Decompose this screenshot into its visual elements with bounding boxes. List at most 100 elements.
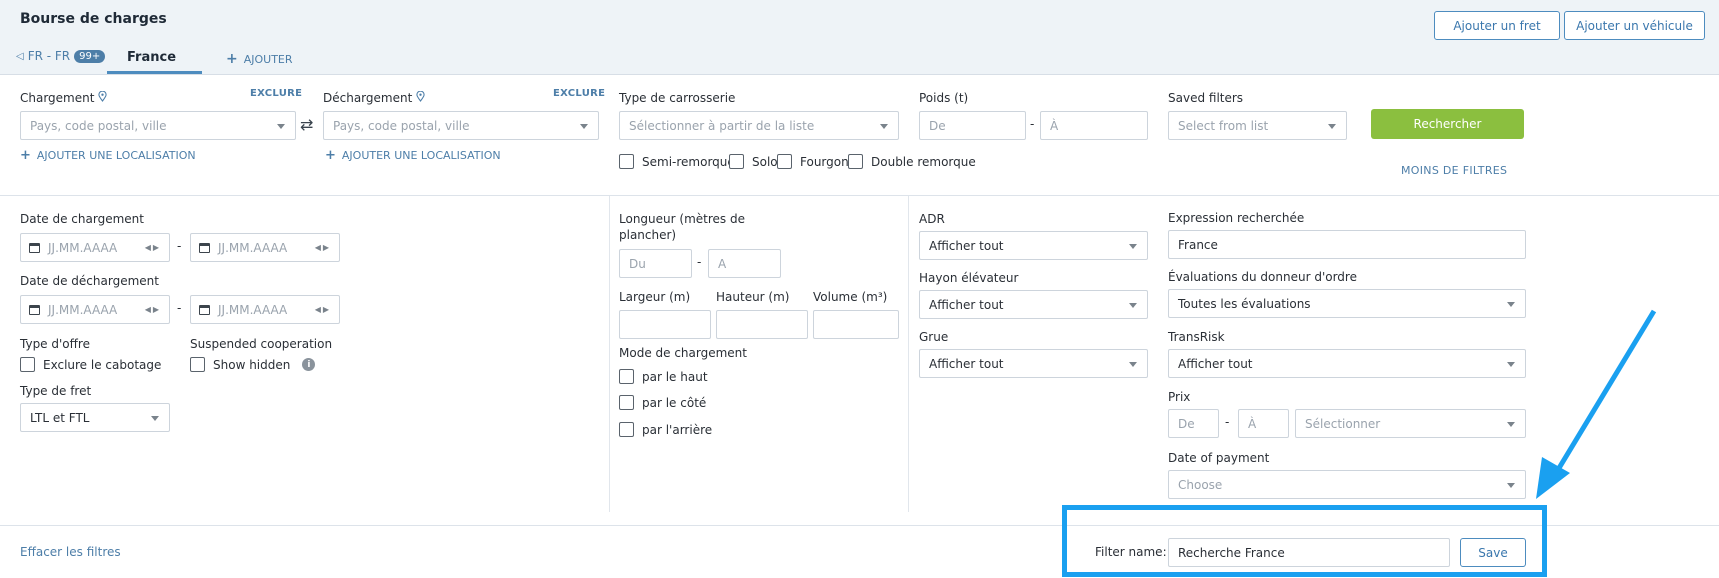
plus-icon: + <box>226 51 238 67</box>
body-type-label: Type de carrosserie <box>619 91 736 105</box>
loading-date-to[interactable]: JJ.MM.AAAA ◀▶ <box>190 233 340 262</box>
unloading-location-input[interactable]: Pays, code postal, ville <box>323 111 599 140</box>
add-unloading-location[interactable]: + AJOUTER UNE LOCALISATION <box>325 148 501 163</box>
weight-label: Poids (t) <box>919 91 969 105</box>
clear-filters-link[interactable]: Effacer les filtres <box>20 545 121 559</box>
chevron-down-icon <box>580 124 588 129</box>
loading-location-input[interactable]: Pays, code postal, ville <box>20 111 296 140</box>
saved-filters-label: Saved filters <box>1168 91 1244 105</box>
add-tab-button[interactable]: + AJOUTER <box>226 51 293 67</box>
weight-to-input[interactable]: À <box>1040 111 1148 140</box>
tail-lift-value: Afficher tout <box>929 297 1004 312</box>
checkbox-fourgon[interactable]: Fourgon <box>777 154 849 169</box>
info-icon[interactable]: i <box>302 358 316 371</box>
tab-language[interactable]: ◁ FR - FR 99+ <box>16 49 106 63</box>
checkbox-label: Solo <box>752 154 778 169</box>
add-freight-button[interactable]: Ajouter un fret <box>1434 11 1560 40</box>
checkbox-box[interactable] <box>848 154 863 169</box>
exclude-loading-link[interactable]: EXCLURE <box>250 88 302 99</box>
add-tab-label: AJOUTER <box>243 52 293 66</box>
loading-date-from[interactable]: JJ.MM.AAAA ◀▶ <box>20 233 170 262</box>
add-location-label: AJOUTER UNE LOCALISATION <box>341 149 501 162</box>
checkbox-semi-remorque[interactable]: Semi-remorque <box>619 154 735 169</box>
weight-from-placeholder: De <box>929 118 946 133</box>
price-from-placeholder: De <box>1178 416 1195 431</box>
tab-badge: 99+ <box>74 49 106 63</box>
checkbox-from-rear[interactable]: par l'arrière <box>619 422 712 437</box>
body-type-select[interactable]: Sélectionner à partir de la liste <box>619 111 899 140</box>
checkbox-exclude-cabotage[interactable]: Exclure le cabotage <box>20 357 161 372</box>
transrisk-select[interactable]: Afficher tout <box>1168 349 1526 378</box>
loading-label: Chargement <box>20 91 107 105</box>
unloading-date-from[interactable]: JJ.MM.AAAA ◀▶ <box>20 295 170 324</box>
checkbox-box[interactable] <box>729 154 744 169</box>
payment-date-placeholder: Choose <box>1178 477 1223 492</box>
calendar-icon <box>29 242 40 253</box>
freight-type-select[interactable]: LTL et FTL <box>20 403 170 432</box>
active-tab-indicator <box>107 71 202 74</box>
price-from-input[interactable]: De <box>1168 409 1219 438</box>
saved-filters-select[interactable]: Select from list <box>1168 111 1347 140</box>
checkbox-box[interactable] <box>619 422 634 437</box>
checkbox-show-hidden[interactable]: Show hidden i <box>190 357 316 372</box>
adr-select[interactable]: Afficher tout <box>919 231 1148 260</box>
stepper-arrows-icon[interactable]: ◀▶ <box>145 305 161 314</box>
search-button[interactable]: Rechercher <box>1371 109 1524 139</box>
weight-from-input[interactable]: De <box>919 111 1026 140</box>
search-expression-value: France <box>1178 237 1218 252</box>
highlight-box <box>1062 505 1547 577</box>
checkbox-box[interactable] <box>20 357 35 372</box>
range-dash: - <box>1225 415 1230 429</box>
checkbox-from-top[interactable]: par le haut <box>619 369 708 384</box>
payment-date-select[interactable]: Choose <box>1168 470 1526 499</box>
exclude-unloading-link[interactable]: EXCLURE <box>553 88 605 99</box>
length-to-input[interactable]: A <box>708 249 781 278</box>
checkbox-from-side[interactable]: par le côté <box>619 395 706 410</box>
search-expression-input[interactable]: France <box>1168 230 1526 259</box>
checkbox-solo[interactable]: Solo <box>729 154 778 169</box>
stepper-arrows-icon[interactable]: ◀▶ <box>145 243 161 252</box>
height-input[interactable] <box>716 310 808 339</box>
tail-lift-select[interactable]: Afficher tout <box>919 290 1148 319</box>
crane-label: Grue <box>919 330 949 344</box>
crane-select[interactable]: Afficher tout <box>919 349 1148 378</box>
stepper-arrows-icon[interactable]: ◀▶ <box>315 243 331 252</box>
unloading-date-label: Date de déchargement <box>20 274 159 288</box>
checkbox-label: Show hidden <box>213 357 291 372</box>
adr-label: ADR <box>919 212 945 226</box>
stepper-arrows-icon[interactable]: ◀▶ <box>315 305 331 314</box>
checkbox-box[interactable] <box>777 154 792 169</box>
width-input[interactable] <box>619 310 711 339</box>
unloading-location-placeholder: Pays, code postal, ville <box>333 118 470 133</box>
checkbox-box[interactable] <box>619 369 634 384</box>
ratings-select[interactable]: Toutes les évaluations <box>1168 289 1526 318</box>
location-pin-icon <box>416 91 425 102</box>
checkbox-box[interactable] <box>190 357 205 372</box>
price-currency-select[interactable]: Sélectionner <box>1295 409 1526 438</box>
checkbox-double-remorque[interactable]: Double remorque <box>848 154 976 169</box>
ratings-label: Évaluations du donneur d'ordre <box>1168 270 1357 284</box>
checkbox-box[interactable] <box>619 395 634 410</box>
tab-france[interactable]: France <box>127 50 176 65</box>
checkbox-box[interactable] <box>619 154 634 169</box>
add-vehicle-button[interactable]: Ajouter un véhicule <box>1564 11 1705 40</box>
checkbox-label: par l'arrière <box>642 422 713 437</box>
unloading-label: Déchargement <box>323 91 425 105</box>
chevron-down-icon <box>1507 302 1515 307</box>
chevron-down-icon <box>1129 362 1137 367</box>
length-from-input[interactable]: Du <box>619 249 692 278</box>
location-pin-icon <box>98 91 107 102</box>
suspended-cooperation-label: Suspended cooperation <box>190 337 333 351</box>
payment-date-label: Date of payment <box>1168 451 1270 465</box>
chevron-down-icon <box>1129 303 1137 308</box>
advanced-filters: Date de chargement JJ.MM.AAAA ◀▶ - JJ.MM… <box>0 196 1719 526</box>
unloading-date-to[interactable]: JJ.MM.AAAA ◀▶ <box>190 295 340 324</box>
chevron-down-icon <box>151 416 159 421</box>
chevron-down-icon <box>1328 124 1336 129</box>
swap-icon[interactable]: ⇄ <box>300 115 313 134</box>
add-loading-location[interactable]: + AJOUTER UNE LOCALISATION <box>20 148 196 163</box>
range-dash: - <box>177 301 182 315</box>
less-filters-link[interactable]: MOINS DE FILTRES <box>1401 164 1507 177</box>
volume-input[interactable] <box>813 310 899 339</box>
price-to-input[interactable]: À <box>1238 409 1289 438</box>
